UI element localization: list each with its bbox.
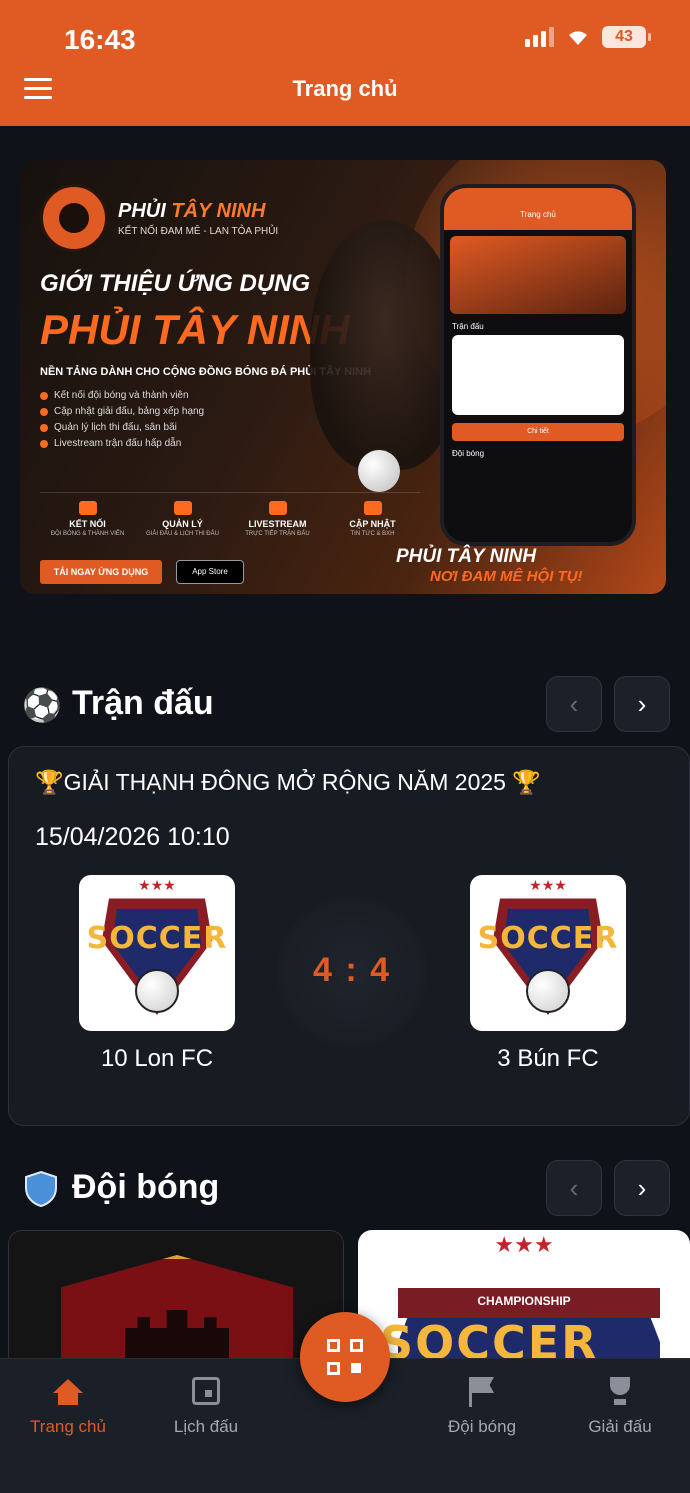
matches-section-header: ⚽ Trận đấu ‹ › (22, 676, 670, 732)
matches-next-button[interactable]: › (614, 676, 670, 732)
pillar-connect: KẾT NỐI ĐỘI BÓNG & THÀNH VIÊN (40, 493, 135, 542)
banner-intro: GIỚI THIỆU ỨNG DỤNG (40, 270, 311, 297)
brand-logo (40, 184, 108, 252)
home-icon (53, 1379, 83, 1405)
match-datetime: 15/04/2026 10:10 (35, 823, 230, 851)
calendar-icon (192, 1377, 220, 1405)
pillar-news: CẬP NHẬT TIN TỨC & BXH (325, 493, 420, 542)
download-app-button[interactable]: TẢI NGAY ỨNG DỤNG (40, 560, 162, 584)
teams-prev-button[interactable]: ‹ (546, 1160, 602, 1216)
tab-home[interactable]: Trang chủ (8, 1373, 128, 1437)
away-team-logo: ★★★ SOCCER (470, 875, 626, 1031)
tab-teams[interactable]: Đội bóng (422, 1373, 542, 1437)
status-time: 16:43 (64, 24, 136, 55)
battery-indicator: 43 (602, 26, 651, 48)
flag-icon (469, 1377, 495, 1407)
wifi-icon (566, 27, 590, 47)
shield-icon (22, 1170, 60, 1208)
matches-prev-button[interactable]: ‹ (546, 676, 602, 732)
trophy-icon: 🏆 (512, 769, 541, 795)
home-team-name: 10 Lon FC (100, 1045, 214, 1072)
player-image (310, 220, 460, 470)
teams-section-title: Đội bóng (72, 1168, 220, 1206)
match-tournament: 🏆GIẢI THẠNH ĐÔNG MỞ RỘNG NĂM 2025 🏆 (35, 769, 541, 795)
pillar-manage: QUẢN LÝ GIẢI ĐẤU & LỊCH THI ĐẤU (135, 493, 230, 542)
qr-scan-button[interactable] (300, 1312, 390, 1402)
trophy-icon: 🏆 (35, 769, 64, 795)
banner-app-name: PHỦI TÂY NINH (40, 306, 350, 353)
app-header: 16:43 43 Trang chủ (0, 0, 690, 126)
banner-brand: PHỦI TÂY NINH (118, 200, 266, 222)
home-team-logo: ★★★ SOCCER (79, 875, 235, 1031)
tab-schedule[interactable]: Lịch đấu (146, 1373, 266, 1437)
qr-code-icon (327, 1339, 363, 1375)
away-team-name: 3 Bún FC (497, 1045, 599, 1072)
trophy-icon (606, 1377, 634, 1407)
status-icons: 43 (525, 26, 651, 48)
banner-slogan: KẾT NỐI ĐAM MÊ - LAN TỎA PHỦI (118, 226, 279, 237)
away-team[interactable]: ★★★ SOCCER 3 Bún FC (470, 875, 626, 1073)
banner-footer-slogan: NƠI ĐAM MÊ HỘI TỤ! (430, 568, 583, 585)
teams-next-button[interactable]: › (614, 1160, 670, 1216)
app-store-badge[interactable]: App Store (176, 560, 244, 584)
news-icon (363, 501, 382, 515)
play-icon (268, 501, 287, 515)
pillar-livestream: LIVESTREAM TRỰC TIẾP TRẬN ĐẤU (230, 493, 325, 542)
match-score: 4 : 4 (312, 951, 392, 989)
soccer-ball-icon: ⚽ (22, 687, 62, 723)
banner-features: Kết nối đội bóng và thành viên Cập nhật … (40, 390, 204, 454)
tab-tournaments[interactable]: Giải đấu (560, 1373, 680, 1437)
feature-item: Kết nối đội bóng và thành viên (40, 390, 204, 401)
page-title: Trang chủ (292, 76, 398, 101)
trophy-icon (173, 501, 192, 515)
users-icon (78, 501, 97, 515)
feature-item: Quản lý lịch thi đấu, sân bãi (40, 422, 204, 433)
feature-item: Cập nhật giải đấu, bảng xếp hạng (40, 406, 204, 417)
soccer-ball-image (358, 450, 400, 492)
signal-icon (525, 27, 554, 47)
feature-item: Livestream trận đấu hấp dẫn (40, 438, 204, 449)
matches-section-title: Trận đấu (72, 684, 214, 722)
promo-banner[interactable]: PHỦI TÂY NINH KẾT NỐI ĐAM MÊ - LAN TỎA P… (20, 160, 666, 594)
phone-mockup: Trang chủ Trận đấu Chi tiết Đội bóng (440, 184, 636, 546)
banner-pillars: KẾT NỐI ĐỘI BÓNG & THÀNH VIÊN QUẢN LÝ GIẢI… (40, 492, 420, 542)
match-card[interactable]: 🏆GIẢI THẠNH ĐÔNG MỞ RỘNG NĂM 2025 🏆 15/0… (8, 746, 690, 1126)
banner-footer-title: PHỦI TÂY NINH (396, 546, 537, 567)
home-team[interactable]: ★★★ SOCCER 10 Lon FC (79, 875, 235, 1073)
teams-section-header: Đội bóng ‹ › (22, 1160, 670, 1216)
